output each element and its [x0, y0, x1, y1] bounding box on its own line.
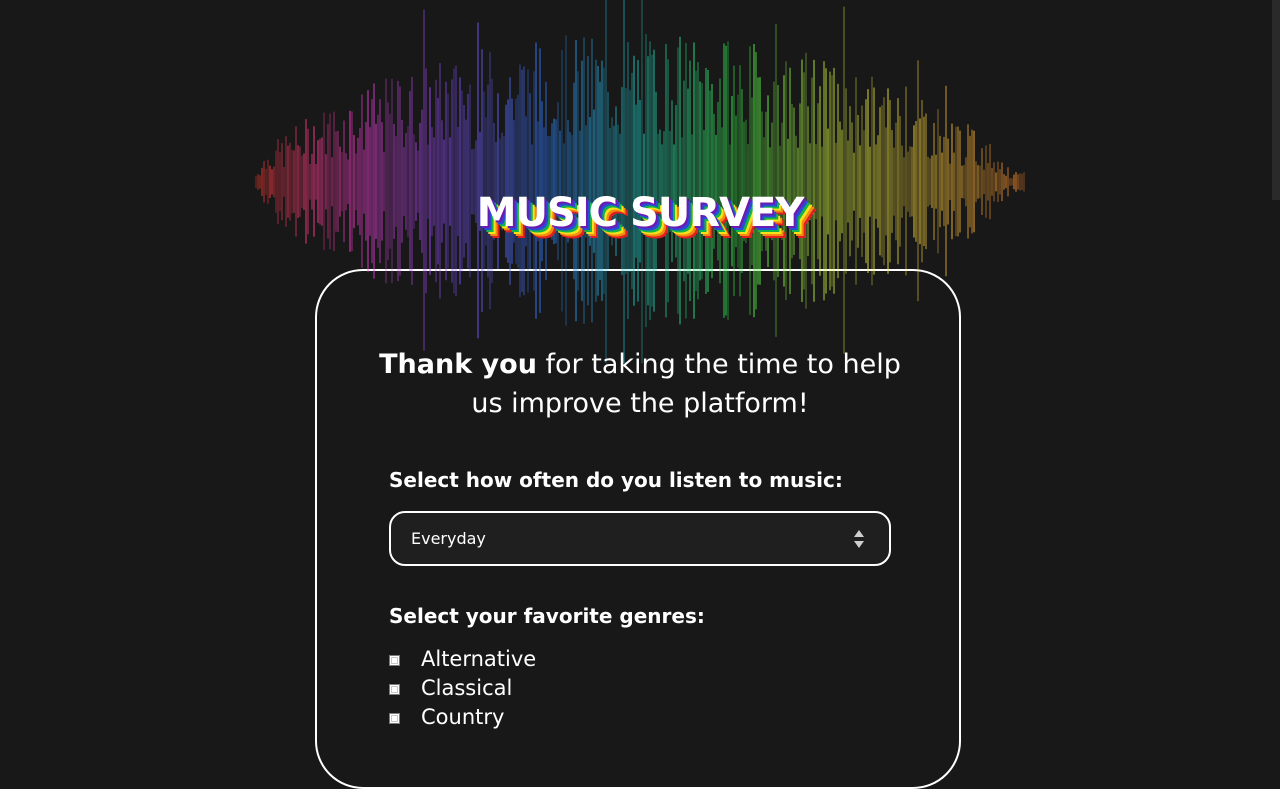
- intro-line2: us improve the platform!: [471, 388, 809, 419]
- select-arrows-icon: [854, 530, 864, 548]
- genres-list: Alternative Classical Country: [389, 644, 536, 731]
- checkbox[interactable]: [389, 713, 400, 724]
- genre-label: Alternative: [421, 646, 537, 671]
- genre-option-country[interactable]: Country: [389, 702, 536, 731]
- scrollbar[interactable]: [1272, 0, 1280, 200]
- checkbox[interactable]: [389, 684, 400, 695]
- genre-option-classical[interactable]: Classical: [389, 673, 536, 702]
- genre-label: Country: [421, 704, 505, 729]
- intro-text: Thank you for taking the time to help us…: [370, 345, 910, 423]
- intro-line1: for taking the time to help: [536, 349, 901, 380]
- genres-label: Select your favorite genres:: [389, 604, 705, 628]
- page-title: MUSIC SURVEY: [476, 190, 805, 236]
- frequency-selected-value: Everyday: [411, 529, 486, 548]
- frequency-label: Select how often do you listen to music:: [389, 468, 843, 492]
- checkbox[interactable]: [389, 655, 400, 666]
- frequency-select[interactable]: Everyday: [389, 511, 891, 566]
- genre-option-alternative[interactable]: Alternative: [389, 644, 536, 673]
- genre-label: Classical: [421, 675, 513, 700]
- intro-bold: Thank you: [379, 349, 537, 380]
